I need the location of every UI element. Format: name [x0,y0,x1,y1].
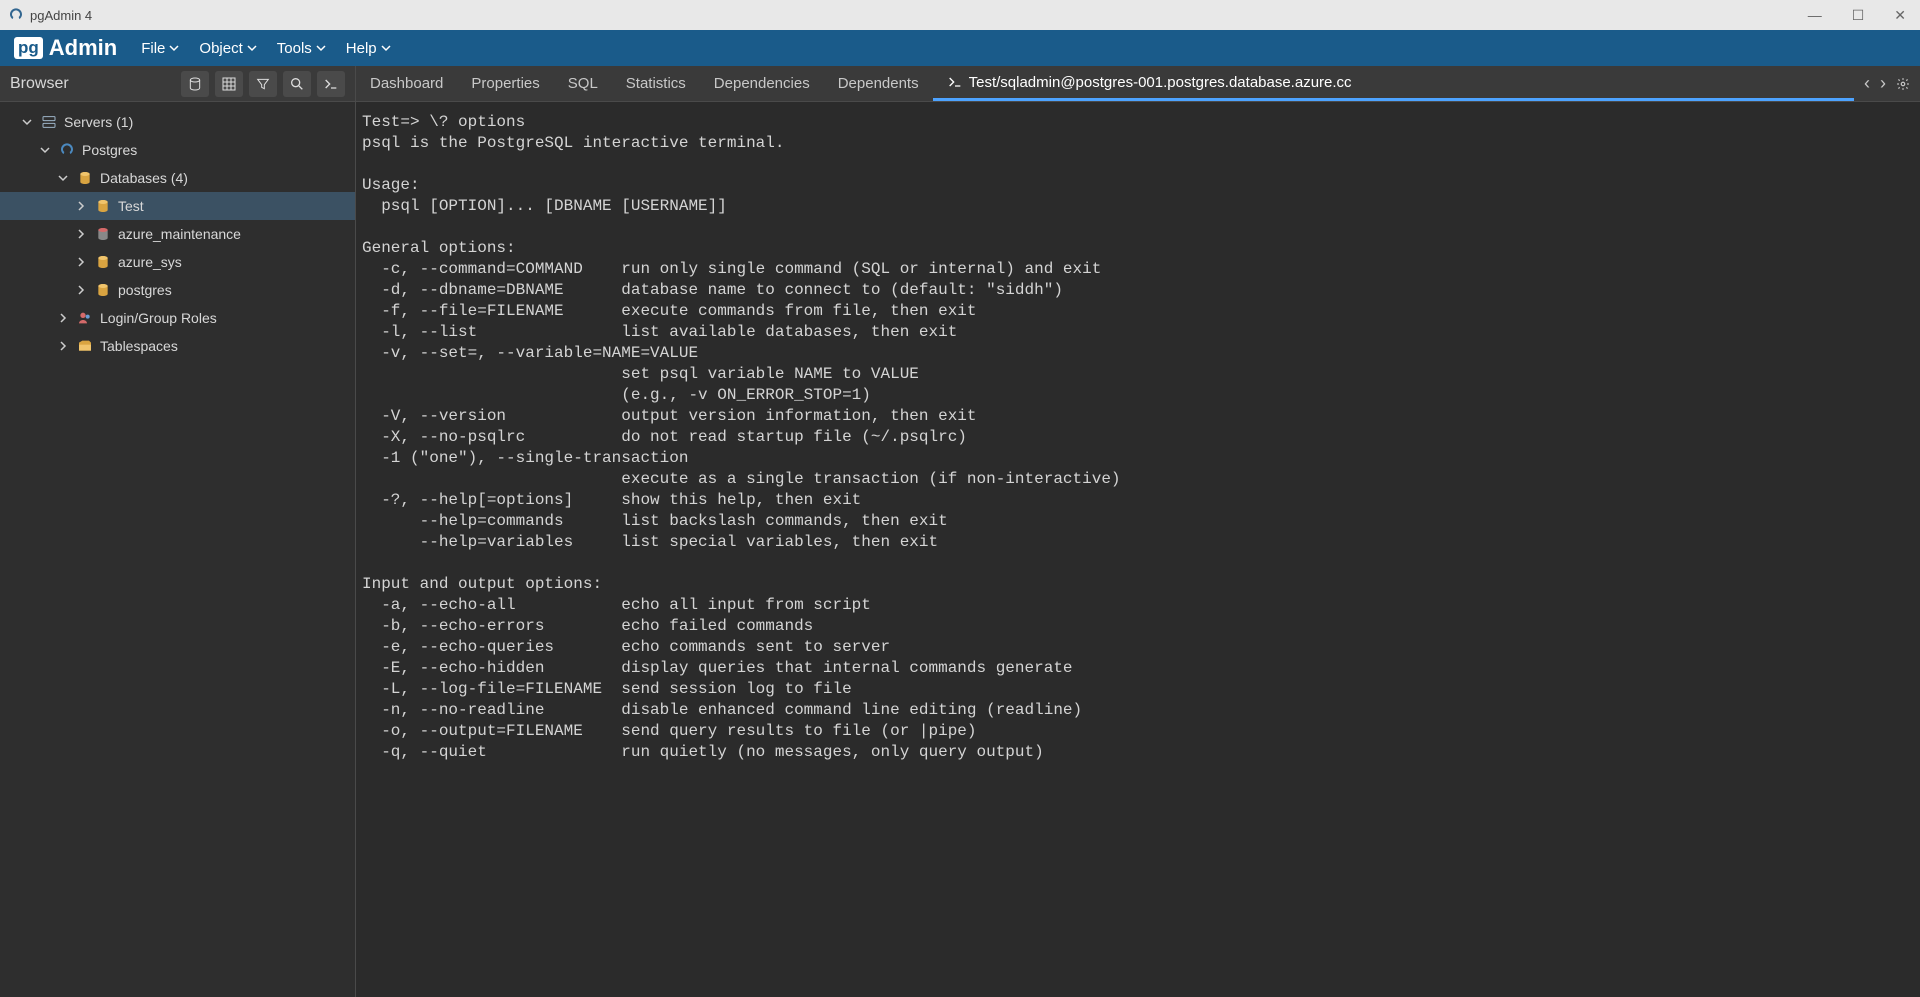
tree-node-db-azure-sys[interactable]: azure_sys [0,248,355,276]
psql-tool-button[interactable] [317,71,345,97]
tab-sql[interactable]: SQL [554,66,612,101]
filter-icon [255,76,271,92]
tree-node-databases[interactable]: Databases (4) [0,164,355,192]
chevron-down-icon[interactable] [56,173,70,183]
menubar: pg Admin File Object Tools Help [0,30,1920,66]
tree-node-db-test[interactable]: Test [0,192,355,220]
tab-label: Dependencies [714,75,810,92]
chevron-down-icon[interactable] [20,117,34,127]
tree-node-tablespaces[interactable]: Tablespaces [0,332,355,360]
gear-icon [1896,77,1910,91]
tree-node-server-postgres[interactable]: Postgres [0,136,355,164]
os-titlebar: pgAdmin 4 — ☐ ✕ [0,0,1920,30]
logo-pg: pg [14,37,43,59]
chevron-right-icon[interactable] [74,257,88,267]
window-minimize-button[interactable]: — [1802,3,1828,27]
database-tool-icon [187,76,203,92]
tab-psql-terminal[interactable]: Test/sqladmin@postgres-001.postgres.data… [933,66,1854,101]
psql-terminal-output[interactable]: Test=> \? options psql is the PostgreSQL… [356,102,1920,997]
tab-label: SQL [568,75,598,92]
window-title: pgAdmin 4 [30,8,92,23]
tree-label: Postgres [82,142,137,158]
logo-admin: Admin [49,35,117,61]
browser-header: Browser [0,66,355,102]
chevron-right-icon[interactable] [56,341,70,351]
menu-object-label: Object [199,40,242,57]
tab-label: Statistics [626,75,686,92]
tree-node-db-azure-maintenance[interactable]: azure_maintenance [0,220,355,248]
tree-label: Test [118,198,144,214]
chevron-down-icon [381,43,391,53]
object-tree: Servers (1) Postgres Databases (4) Test [0,102,355,366]
terminal-icon [947,74,963,90]
search-objects-button[interactable] [283,71,311,97]
tab-label: Dashboard [370,75,443,92]
tree-label: Tablespaces [100,338,178,354]
chevron-down-icon [169,43,179,53]
tab-overflow-button[interactable] [1892,77,1914,91]
tab-scroll-controls: ‹ › [1854,66,1920,101]
database-disconnected-icon [94,225,112,243]
roles-icon [76,309,94,327]
main-panel: Dashboard Properties SQL Statistics Depe… [356,66,1920,997]
tree-label: Login/Group Roles [100,310,217,326]
tree-label: Servers (1) [64,114,133,130]
elephant-icon [58,141,76,159]
tab-label: Test/sqladmin@postgres-001.postgres.data… [969,74,1352,91]
tab-dependencies[interactable]: Dependencies [700,66,824,101]
database-icon [94,253,112,271]
chevron-down-icon[interactable] [38,145,52,155]
window-close-button[interactable]: ✕ [1888,3,1912,28]
chevron-down-icon [316,43,326,53]
tab-scroll-left-button[interactable]: ‹ [1860,73,1874,94]
filter-rows-button[interactable] [249,71,277,97]
browser-sidebar: Browser [0,66,356,997]
tab-statistics[interactable]: Statistics [612,66,700,101]
tree-label: azure_sys [118,254,182,270]
servers-icon [40,113,58,131]
view-data-button[interactable] [215,71,243,97]
menu-file-label: File [141,40,165,57]
chevron-right-icon[interactable] [74,229,88,239]
menu-file[interactable]: File [131,30,189,66]
chevron-down-icon [247,43,257,53]
chevron-right-icon[interactable] [74,285,88,295]
tree-node-login-roles[interactable]: Login/Group Roles [0,304,355,332]
tab-properties[interactable]: Properties [457,66,553,101]
tree-label: Databases (4) [100,170,188,186]
database-icon [94,281,112,299]
menu-tools-label: Tools [277,40,312,57]
chevron-right-icon[interactable] [74,201,88,211]
tab-scroll-right-button[interactable]: › [1876,73,1890,94]
tab-dependents[interactable]: Dependents [824,66,933,101]
terminal-icon [323,76,339,92]
menu-help-label: Help [346,40,377,57]
database-icon [76,169,94,187]
tab-dashboard[interactable]: Dashboard [356,66,457,101]
window-maximize-button[interactable]: ☐ [1846,3,1871,28]
browser-title: Browser [10,75,69,93]
tablespaces-icon [76,337,94,355]
tree-label: azure_maintenance [118,226,241,242]
menu-object[interactable]: Object [189,30,266,66]
query-tool-button[interactable] [181,71,209,97]
tree-node-db-postgres[interactable]: postgres [0,276,355,304]
search-icon [289,76,305,92]
chevron-right-icon[interactable] [56,313,70,323]
app-logo: pg Admin [0,30,131,66]
menu-tools[interactable]: Tools [267,30,336,66]
tab-label: Dependents [838,75,919,92]
grid-icon [221,76,237,92]
tree-node-servers[interactable]: Servers (1) [0,108,355,136]
database-icon [94,197,112,215]
menu-help[interactable]: Help [336,30,401,66]
tab-bar: Dashboard Properties SQL Statistics Depe… [356,66,1920,102]
app-icon [8,7,24,23]
tree-label: postgres [118,282,172,298]
tab-label: Properties [471,75,539,92]
